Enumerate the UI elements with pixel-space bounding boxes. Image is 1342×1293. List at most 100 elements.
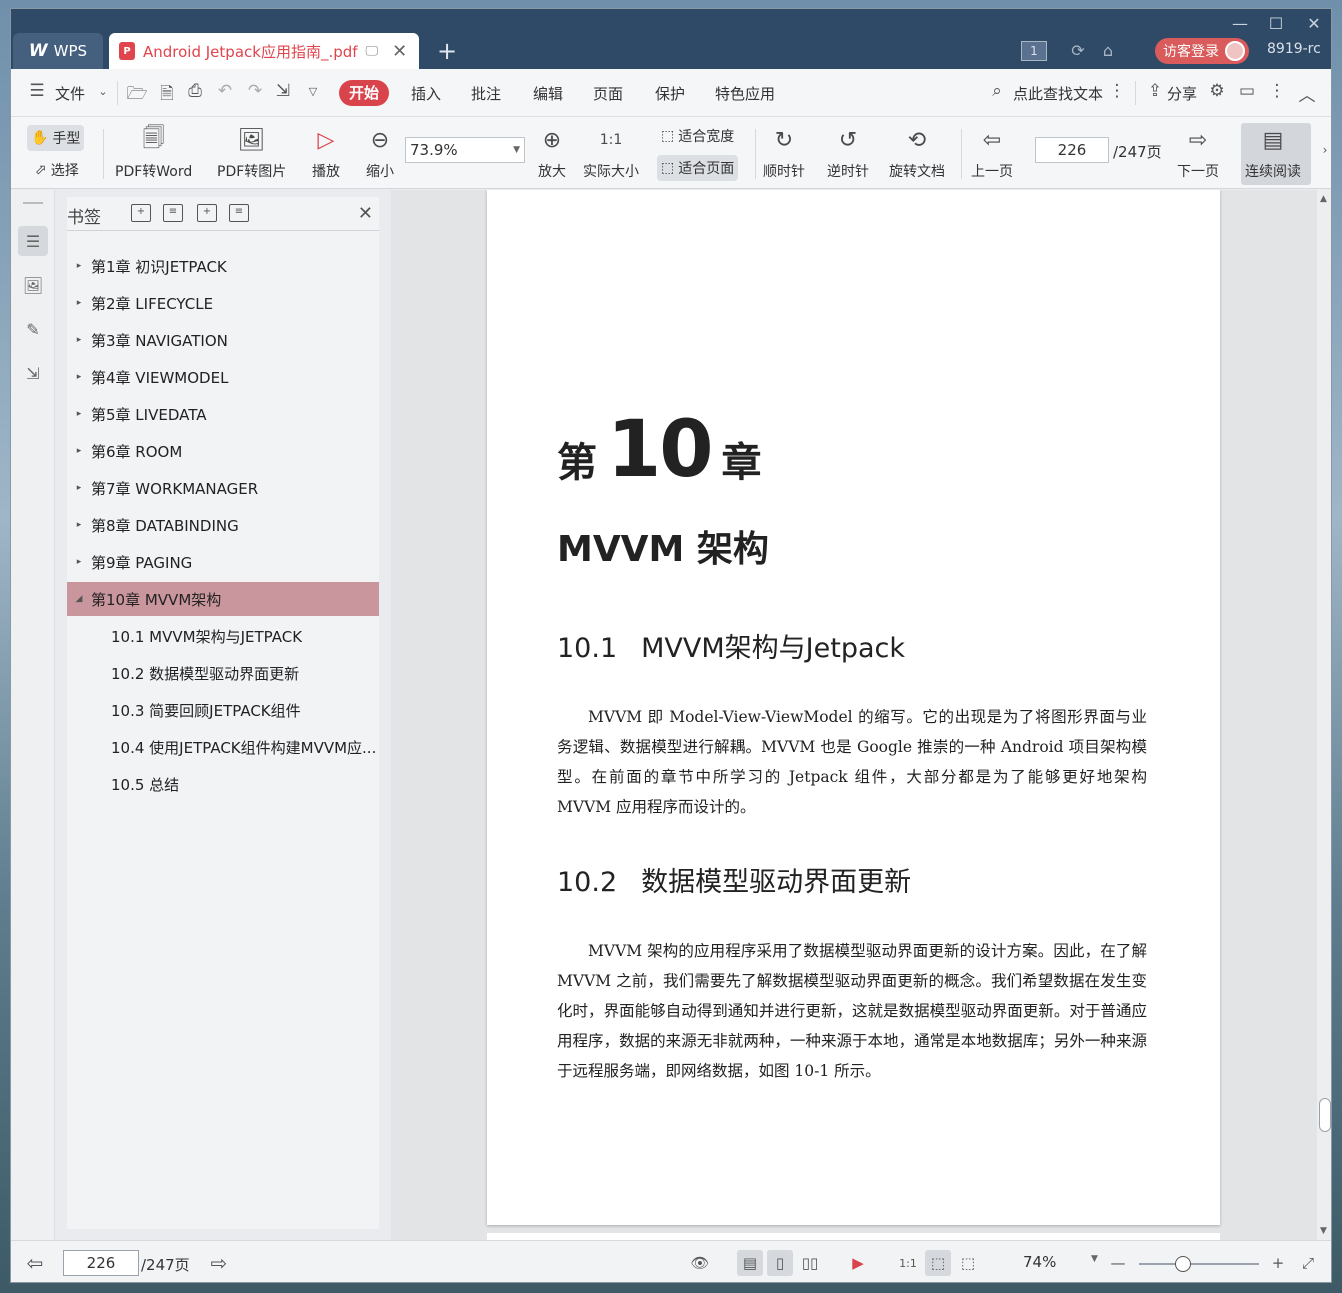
export-icon[interactable]: ⇲: [271, 81, 295, 101]
comment-icon[interactable]: ▭: [1235, 81, 1259, 101]
continuous-read-content[interactable]: ▤ 连续阅读: [1245, 123, 1301, 181]
share-button[interactable]: 分享: [1167, 83, 1197, 104]
select-tool-button[interactable]: ⬀ 选择: [31, 157, 83, 183]
scroll-thumb[interactable]: [1319, 1098, 1331, 1132]
bookmark-section-10-3[interactable]: 10.3 简要回顾JETPACK组件: [67, 693, 379, 727]
rotate-counter-clockwise-button[interactable]: ↺ 逆时针: [827, 123, 869, 181]
single-page-icon[interactable]: ▯: [767, 1250, 793, 1276]
menu-features[interactable]: 特色应用: [715, 83, 775, 104]
add-bookmark-icon[interactable]: +: [131, 204, 151, 222]
close-panel-icon[interactable]: ✕: [358, 203, 373, 224]
menu-protect[interactable]: 保护: [655, 83, 685, 104]
minimize-icon[interactable]: —: [1225, 13, 1255, 35]
bookmark-chapter-9[interactable]: ▸ 第9章 PAGING: [67, 545, 379, 579]
menu-edit[interactable]: 编辑: [533, 83, 563, 104]
zoom-out-button[interactable]: ⊖ 缩小: [363, 123, 397, 181]
tab-document[interactable]: P Android Jetpack应用指南_.pdf 🖵 ✕: [109, 33, 419, 69]
print-icon[interactable]: ⎙: [183, 81, 207, 101]
expand-arrow-icon[interactable]: ▸: [67, 446, 91, 456]
expand-arrow-icon[interactable]: ▸: [67, 261, 91, 271]
chevron-down-icon[interactable]: ▼: [513, 138, 520, 162]
search-icon[interactable]: ⌕: [985, 81, 1009, 101]
expand-arrow-icon[interactable]: ▸: [67, 483, 91, 493]
zoom-slider-knob[interactable]: [1175, 1256, 1191, 1272]
more-dropdown-icon[interactable]: ▽: [301, 85, 325, 98]
hamburger-icon[interactable]: ☰: [25, 81, 49, 101]
new-tab-button[interactable]: +: [433, 37, 461, 65]
annotation-icon[interactable]: ✎: [18, 314, 48, 344]
zoom-out-status-icon[interactable]: —: [1105, 1250, 1131, 1276]
gear-icon[interactable]: ⚙: [1205, 81, 1229, 101]
open-folder-icon[interactable]: 🗁: [125, 81, 149, 110]
bookmark-section-10-5[interactable]: 10.5 总结: [67, 767, 379, 801]
expand-arrow-icon[interactable]: ▸: [67, 520, 91, 530]
bookmark-section-10-1[interactable]: 10.1 MVVM架构与JETPACK: [67, 619, 379, 653]
fit-width-button[interactable]: ⬚ 适合宽度: [657, 123, 738, 149]
close-tab-icon[interactable]: ✕: [392, 41, 407, 62]
two-page-icon[interactable]: ▯▯: [797, 1250, 823, 1276]
bookmark-section-10-4[interactable]: 10.4 使用JETPACK组件构建MVVM应...: [67, 730, 379, 764]
collapse-all-icon[interactable]: +: [197, 204, 217, 222]
scroll-up-icon[interactable]: ▲: [1320, 194, 1327, 204]
window-count-badge[interactable]: 1: [1021, 41, 1047, 61]
zoom-slider[interactable]: [1139, 1256, 1259, 1272]
expand-arrow-icon[interactable]: ▸: [67, 409, 91, 419]
status-page-input[interactable]: 226: [63, 1250, 139, 1276]
menu-start[interactable]: 开始: [339, 80, 389, 106]
fit-width-status-icon[interactable]: ⬚: [955, 1250, 981, 1276]
play-button[interactable]: ▷ 播放: [309, 123, 343, 181]
undo-icon[interactable]: ↶: [213, 81, 237, 101]
bookmarks-panel-icon[interactable]: ☰: [18, 226, 48, 256]
bookmark-chapter-1[interactable]: ▸ 第1章 初识JETPACK: [67, 249, 379, 283]
collapse-arrow-icon[interactable]: ◢: [67, 594, 91, 604]
bookmark-chapter-5[interactable]: ▸ 第5章 LIVEDATA: [67, 397, 379, 431]
next-page-arrow-icon[interactable]: ⇨: [207, 1251, 231, 1275]
scroll-down-icon[interactable]: ▼: [1320, 1226, 1327, 1236]
actual-size-status-icon[interactable]: 1:1: [895, 1250, 921, 1276]
document-view[interactable]: 第 10 章 MVVM 架构 10.1 MVVM架构与Jetpack MVVM 即…: [391, 190, 1317, 1240]
more-options-icon[interactable]: ⋮: [1265, 81, 1289, 101]
search-text-button[interactable]: 点此查找文本: [1013, 83, 1103, 104]
sync-icon[interactable]: ⟳: [1067, 41, 1089, 60]
previous-page-button[interactable]: ⇦ 上一页: [971, 123, 1013, 181]
guest-login-button[interactable]: 访客登录: [1155, 38, 1249, 64]
zoom-input[interactable]: 73.9% ▼: [405, 137, 525, 163]
rotate-clockwise-button[interactable]: ↻ 顺时针: [763, 123, 805, 181]
bookmark-chapter-3[interactable]: ▸ 第3章 NAVIGATION: [67, 323, 379, 357]
tab-wps-home[interactable]: W WPS: [13, 33, 103, 69]
bookmark-chapter-8[interactable]: ▸ 第8章 DATABINDING: [67, 508, 379, 542]
menu-annotate[interactable]: 批注: [471, 83, 501, 104]
maximize-icon[interactable]: ☐: [1261, 13, 1291, 35]
rotate-document-button[interactable]: ⟲ 旋转文档: [889, 123, 945, 181]
monitor-icon[interactable]: 🖵: [366, 44, 379, 59]
share-icon[interactable]: ⇪: [1143, 81, 1167, 101]
more-vertical-icon[interactable]: ⋮: [1105, 81, 1129, 101]
skin-icon[interactable]: ⌂: [1097, 41, 1119, 60]
chevron-right-icon[interactable]: ›: [1313, 143, 1331, 157]
menu-file[interactable]: 文件: [55, 83, 85, 104]
close-window-icon[interactable]: ✕: [1299, 13, 1329, 35]
actual-size-button[interactable]: 1:1 实际大小: [583, 123, 639, 181]
play-slideshow-icon[interactable]: ▶: [845, 1250, 871, 1276]
hand-tool-button[interactable]: ✋ 手型: [27, 125, 85, 151]
eye-protection-icon[interactable]: 👁: [687, 1250, 713, 1276]
save-icon[interactable]: 🗎: [155, 81, 179, 110]
pdf-to-word-button[interactable]: 🗐 PDF转Word: [115, 123, 192, 181]
bookmark-chapter-4[interactable]: ▸ 第4章 VIEWMODEL: [67, 360, 379, 394]
export-panel-icon[interactable]: ⇲: [18, 358, 48, 388]
continuous-view-icon[interactable]: ▤: [737, 1250, 763, 1276]
expand-arrow-icon[interactable]: ▸: [67, 557, 91, 567]
expand-arrow-icon[interactable]: ▸: [67, 298, 91, 308]
redo-icon[interactable]: ↷: [243, 81, 267, 101]
zoom-in-button[interactable]: ⊕ 放大: [535, 123, 569, 181]
menu-insert[interactable]: 插入: [411, 83, 441, 104]
prev-page-arrow-icon[interactable]: ⇦: [23, 1251, 47, 1275]
page-number-input[interactable]: 226: [1035, 137, 1109, 163]
expand-arrow-icon[interactable]: ▸: [67, 372, 91, 382]
status-zoom-value[interactable]: 74%: [1023, 1253, 1056, 1271]
bookmark-chapter-7[interactable]: ▸ 第7章 WORKMANAGER: [67, 471, 379, 505]
bookmark-options-icon[interactable]: ≡: [229, 204, 249, 222]
fit-page-status-icon[interactable]: ⬚: [925, 1250, 951, 1276]
thumbnails-icon[interactable]: 🖼: [18, 270, 48, 300]
collapse-ribbon-icon[interactable]: ︿: [1295, 81, 1319, 106]
